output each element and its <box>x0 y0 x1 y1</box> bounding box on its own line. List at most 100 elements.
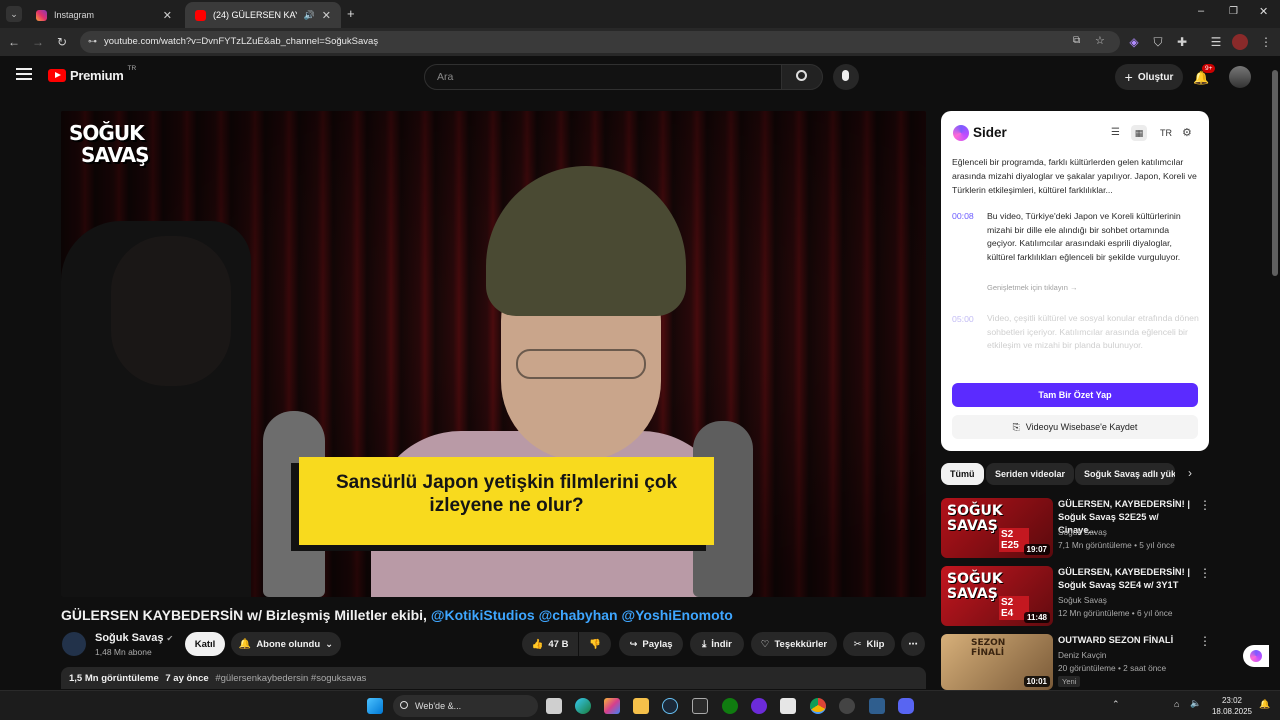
clip-button[interactable]: ✂ Klip <box>843 632 895 656</box>
recommendation-item[interactable]: SOĞUK SAVAŞ S2 E4 11:48 GÜLERSEN, KAYBEDE… <box>941 566 1211 626</box>
scrollbar-thumb[interactable] <box>1272 70 1278 276</box>
settings-gear-icon[interactable]: ⚙ <box>1182 126 1192 139</box>
taskbar-search[interactable]: Web'de &... <box>393 695 538 717</box>
close-icon[interactable]: ✕ <box>163 9 172 22</box>
network-icon[interactable]: ⌂ <box>1174 699 1179 709</box>
store-icon[interactable] <box>780 698 796 714</box>
xbox-icon[interactable] <box>722 698 738 714</box>
video-player[interactable]: SOĞUK SAVAŞ Sansürlü Japon yetişkin film… <box>61 111 926 597</box>
title-mentions[interactable]: @KotikiStudios @chabyhan @YoshiEnomoto <box>431 607 733 623</box>
steam-icon[interactable] <box>662 698 678 714</box>
task-view-icon[interactable] <box>546 698 562 714</box>
account-avatar[interactable] <box>1229 66 1251 88</box>
thumbnail[interactable]: SEZON FİNALİ 10:01 <box>941 634 1053 690</box>
tab-search-icon[interactable]: ⌄ <box>6 6 22 22</box>
timestamp-link[interactable]: 00:08 <box>952 211 974 221</box>
tab-instagram[interactable]: Instagram ✕ <box>26 2 182 28</box>
close-window-button[interactable]: ✕ <box>1259 5 1268 18</box>
create-button[interactable]: + Oluştur <box>1115 64 1183 90</box>
taskbar-clock[interactable]: 23:02 18.08.2025 <box>1208 695 1256 717</box>
minimize-button[interactable]: – <box>1198 5 1204 17</box>
url-text[interactable]: youtube.com/watch?v=DvnFYTzLZuE&ab_chann… <box>104 36 378 47</box>
channel-name-text[interactable]: Soğuk Savaş <box>95 632 163 644</box>
channel-name[interactable]: Soğuk Savaş ✔ <box>95 632 173 644</box>
language-selector[interactable]: TR <box>1160 128 1172 138</box>
recommendation-title[interactable]: OUTWARD SEZON FİNALİ <box>1058 634 1198 647</box>
app-icon[interactable] <box>751 698 767 714</box>
volume-icon[interactable]: 🔈 <box>1190 698 1201 709</box>
tab-youtube[interactable]: (24) GÜLERSEN KAYBEDERSİ 🔊 ✕ <box>185 2 341 28</box>
windows-start-icon[interactable] <box>367 698 383 714</box>
subscriber-count: 1,48 Mn abone <box>95 647 152 657</box>
epic-games-icon[interactable] <box>692 698 708 714</box>
recommendation-channel[interactable]: Soğuk Savaş <box>1058 527 1107 537</box>
caption-text: Sansürlü Japon yetişkin filmlerini çok i… <box>309 471 704 517</box>
expand-hint[interactable]: Genişletmek için tıklayın → <box>987 283 1077 292</box>
app-icon[interactable] <box>869 698 885 714</box>
list-view-icon[interactable]: ☰ <box>1111 127 1120 138</box>
back-icon[interactable]: ← <box>6 34 22 50</box>
join-button[interactable]: Katıl <box>185 632 225 656</box>
profile-avatar[interactable] <box>1232 34 1248 50</box>
new-tab-button[interactable]: + <box>347 6 355 21</box>
thanks-button[interactable]: ♡ Teşekkürler <box>751 632 837 656</box>
voice-search-button[interactable] <box>833 64 859 90</box>
site-info-icon[interactable]: ⊶ <box>88 36 97 47</box>
save-to-wisebase-button[interactable]: ⎘ Videoyu Wisebase'e Kaydet <box>952 415 1198 439</box>
forward-icon[interactable]: → <box>30 34 46 50</box>
chip-channel[interactable]: Soğuk Savaş adlı yük <box>1075 463 1175 485</box>
dislike-button[interactable]: 👎 <box>579 632 611 656</box>
share-button[interactable]: ↪ Paylaş <box>619 632 683 656</box>
search-button[interactable] <box>781 64 823 90</box>
full-summary-button[interactable]: Tam Bir Özet Yap <box>952 383 1198 407</box>
subscribed-button[interactable]: 🔔 Abone olundu ⌄ <box>231 632 341 656</box>
discord-icon[interactable] <box>898 698 914 714</box>
extensions-icon[interactable]: ✚ <box>1174 34 1190 50</box>
mindmap-view-icon[interactable]: ▦ <box>1131 125 1147 141</box>
recommendation-channel[interactable]: Deniz Kavçin <box>1058 650 1106 660</box>
more-vertical-icon[interactable]: ⋮ <box>1199 566 1211 580</box>
app-icon[interactable] <box>839 698 855 714</box>
download-button[interactable]: ⤓ İndir <box>690 632 744 656</box>
search-input[interactable]: Ara <box>424 64 782 90</box>
sider-floating-button[interactable] <box>1243 645 1269 667</box>
description-box[interactable]: 1,5 Mn görüntüleme 7 ay önce #gülersenka… <box>61 667 926 689</box>
chip-series[interactable]: Seriden videolar <box>986 463 1075 485</box>
more-actions-button[interactable]: ⋯ <box>901 632 925 656</box>
notification-center-icon[interactable]: 🔔 <box>1259 699 1270 710</box>
chrome-icon[interactable] <box>810 698 826 714</box>
system-tray-chevron-icon[interactable]: ⌃ <box>1112 699 1120 710</box>
hashtags[interactable]: #gülersenkaybedersin #soguksavas <box>215 673 366 684</box>
bookmark-star-icon[interactable]: ☆ <box>1095 34 1105 47</box>
page-scrollbar[interactable] <box>1270 56 1280 690</box>
thumbnail[interactable]: SOĞUK SAVAŞ S2 E4 11:48 <box>941 566 1053 626</box>
sider-extension-icon[interactable]: ◈ <box>1126 34 1142 50</box>
timestamp-link[interactable]: 05:00 <box>952 314 974 324</box>
cast-icon[interactable]: ⧉ <box>1073 35 1080 46</box>
reading-list-icon[interactable]: ☰ <box>1208 34 1224 50</box>
speaker-icon[interactable]: 🔊 <box>304 10 315 21</box>
shield-icon[interactable]: ⛉ <box>1150 34 1166 50</box>
more-vertical-icon[interactable]: ⋮ <box>1199 634 1211 648</box>
hamburger-menu-icon[interactable] <box>16 68 32 80</box>
edge-icon[interactable] <box>575 698 591 714</box>
chip-all[interactable]: Tümü <box>941 463 984 485</box>
notifications-button[interactable]: 🔔 9+ <box>1193 64 1216 85</box>
close-icon[interactable]: ✕ <box>322 9 331 22</box>
more-vertical-icon[interactable]: ⋮ <box>1199 498 1211 512</box>
channel-avatar[interactable] <box>62 632 86 656</box>
file-explorer-icon[interactable] <box>633 698 649 714</box>
chevron-right-icon[interactable]: › <box>1188 466 1192 480</box>
recommendation-item[interactable]: SOĞUK SAVAŞ S2 E25 19:07 GÜLERSEN, KAYBED… <box>941 498 1211 558</box>
youtube-logo[interactable]: Premium TR <box>48 65 136 83</box>
menu-icon[interactable]: ⋮ <box>1258 34 1274 50</box>
recommendation-item[interactable]: SEZON FİNALİ 10:01 OUTWARD SEZON FİNALİ D… <box>941 634 1211 694</box>
recommendation-title[interactable]: GÜLERSEN, KAYBEDERSİN! | Soğuk Savaş S2E… <box>1058 566 1198 592</box>
reload-icon[interactable]: ↻ <box>54 34 70 50</box>
like-button[interactable]: 👍 47 B <box>522 632 578 656</box>
copilot-icon[interactable] <box>604 698 620 714</box>
address-bar[interactable]: ⊶ youtube.com/watch?v=DvnFYTzLZuE&ab_cha… <box>80 31 1120 53</box>
maximize-button[interactable]: ❐ <box>1229 6 1238 17</box>
thumbnail[interactable]: SOĞUK SAVAŞ S2 E25 19:07 <box>941 498 1053 558</box>
recommendation-channel[interactable]: Soğuk Savaş <box>1058 595 1107 605</box>
